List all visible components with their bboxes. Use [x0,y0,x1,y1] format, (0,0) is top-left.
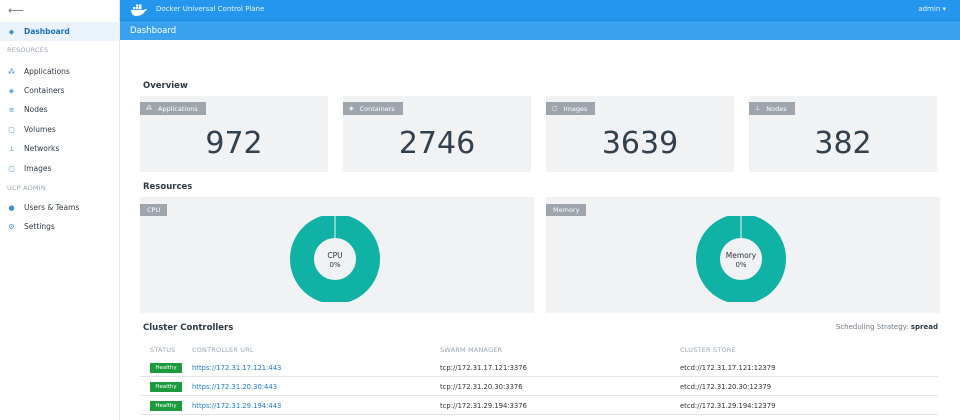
cpu-panel: CPU CPU 0% [140,197,534,313]
memory-donut-value: 0% [735,261,746,269]
sidebar-item-label: Users & Teams [24,203,80,212]
stat-card-label: Applications [158,104,198,113]
stat-card-value: 3639 [601,126,679,161]
cluster-store-value: etcd://172.31.20.30:12379 [680,383,772,391]
sidebar-item-containers[interactable]: ◈ Containers [0,81,120,100]
sidebar-item-dashboard[interactable]: ◆ Dashboard [0,22,120,41]
column-header-cluster-store[interactable]: CLUSTER STORE [680,346,736,354]
cpu-donut-chart: CPU 0% [290,216,380,302]
images-icon: ▢ [552,105,558,112]
sidebar-item-label: Nodes [24,105,48,114]
stat-card-value: 382 [814,126,872,161]
cluster-controllers-heading: Cluster Controllers [143,323,234,333]
cpu-donut-label: CPU [327,251,342,260]
stat-card-tag: ⁂ Applications [140,102,206,115]
table-row: Healthy https://172.31.17.121:443 tcp://… [140,358,938,377]
status-badge: Healthy [150,401,182,411]
containers-icon: ◈ [349,105,354,112]
cpu-donut-value: 0% [329,261,340,269]
sidebar-item-networks[interactable]: ⊥ Networks [0,139,120,158]
resources-heading: Resources [143,182,193,192]
sidebar-item-applications[interactable]: ⁂ Applications [0,62,120,81]
column-header-controller-url[interactable]: CONTROLLER URL [192,346,254,354]
ucp-app: ⟵ ◆ Dashboard RESOURCES ⁂ Applications ◈… [0,0,960,420]
stat-card-applications[interactable]: ⁂ Applications 972 [140,96,328,172]
memory-panel: Memory Memory 0% [546,197,940,313]
stat-card-label: Nodes [766,104,787,113]
stat-card-label: Images [563,104,588,113]
sidebar-item-label: Dashboard [24,27,70,36]
stat-card-label: Containers [359,104,395,113]
swarm-manager-value: tcp://172.31.29.194:3376 [440,402,527,410]
sidebar-section-resources: RESOURCES [7,46,49,54]
controller-url-link[interactable]: https://172.31.20.30:443 [192,383,277,391]
sidebar-item-label: Containers [24,86,65,95]
top-bar: Docker Universal Control Plane admin ▾ [120,0,960,20]
overview-heading: Overview [143,81,188,91]
memory-donut-chart: Memory 0% [696,216,786,302]
nodes-icon: ⊥ [755,105,761,112]
user-menu[interactable]: admin ▾ [918,5,946,13]
app-title: Docker Universal Control Plane [156,5,265,13]
dashboard-icon: ◆ [8,27,15,36]
memory-tag: Memory [546,204,587,216]
back-arrow-icon[interactable]: ⟵ [8,4,24,17]
stat-card-tag: ⊥ Nodes [749,102,795,115]
sidebar-item-label: Images [24,164,52,173]
cluster-store-value: etcd://172.31.17.121:12379 [680,364,776,372]
sidebar-item-label: Networks [24,144,60,153]
settings-icon: ⚙ [8,222,15,231]
nodes-icon: ≡ [8,105,15,114]
stat-card-value: 2746 [398,126,476,161]
stat-card-containers[interactable]: ◈ Containers 2746 [343,96,531,172]
cluster-store-value: etcd://172.31.29.194:12379 [680,402,776,410]
scheduling-strategy-label: Scheduling Strategy: [835,323,909,331]
cpu-tag: CPU [140,204,168,216]
sidebar-item-settings[interactable]: ⚙ Settings [0,217,120,236]
scheduling-strategy-value: spread [910,323,938,331]
sidebar-item-nodes[interactable]: ≡ Nodes [0,100,120,119]
stat-card-tag: ▢ Images [546,102,596,115]
swarm-manager-value: tcp://172.31.17.121:3376 [440,364,527,372]
users-icon: ● [8,203,15,212]
stat-card-value: 972 [205,126,263,161]
sidebar-item-volumes[interactable]: ▢ Volumes [0,120,120,139]
images-icon: ▢ [8,164,15,173]
applications-icon: ⁂ [8,67,15,76]
sidebar-item-images[interactable]: ▢ Images [0,159,120,178]
table-row: Healthy https://172.31.29.194:443 tcp://… [140,396,938,415]
column-header-swarm-manager[interactable]: SWARM MANAGER [440,346,502,354]
networks-icon: ⊥ [8,144,15,153]
sidebar: ⟵ ◆ Dashboard RESOURCES ⁂ Applications ◈… [0,0,120,420]
scheduling-strategy: Scheduling Strategy: spread [836,323,938,331]
column-header-status[interactable]: STATUS [150,346,176,354]
status-badge: Healthy [150,363,182,373]
sidebar-item-label: Applications [24,67,70,76]
docker-logo-icon[interactable] [130,3,148,17]
controller-url-link[interactable]: https://172.31.29.194:443 [192,402,281,410]
sidebar-item-label: Volumes [24,125,56,134]
status-badge: Healthy [150,382,182,392]
sidebar-section-ucp-admin: UCP ADMIN [7,184,46,192]
table-row: Healthy https://172.31.20.30:443 tcp://1… [140,377,938,396]
memory-donut-label: Memory [726,251,757,260]
page-title: Dashboard [130,26,177,36]
controller-url-link[interactable]: https://172.31.17.121:443 [192,364,281,372]
containers-icon: ◈ [8,86,15,95]
stat-card-images[interactable]: ▢ Images 3639 [546,96,734,172]
sidebar-item-users-teams[interactable]: ● Users & Teams [0,198,120,217]
volumes-icon: ▢ [8,125,15,134]
applications-icon: ⁂ [146,105,152,112]
stat-card-nodes[interactable]: ⊥ Nodes 382 [749,96,937,172]
swarm-manager-value: tcp://172.31.20.30:3376 [440,383,523,391]
stat-card-tag: ◈ Containers [343,102,403,115]
page-header: Dashboard [120,20,960,40]
sidebar-item-label: Settings [24,222,55,231]
